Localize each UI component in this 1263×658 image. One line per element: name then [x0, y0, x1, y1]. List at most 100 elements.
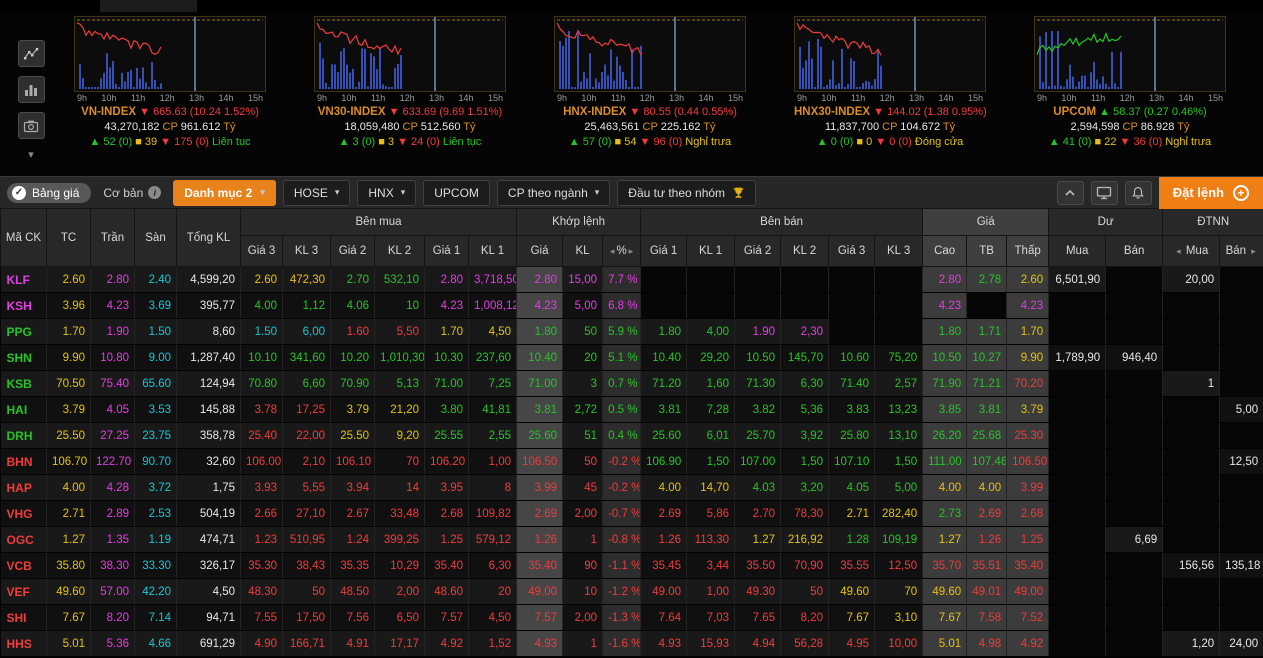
cell-ask-price1[interactable]: 3.81 — [640, 396, 688, 423]
cell-ask-price2[interactable]: 35.50 — [734, 552, 782, 579]
table-row-PPG[interactable]: PPG 1.70 1.90 1.50 8,60 1.50 6,00 1.60 5,50 1.70 4… — [0, 318, 1263, 345]
alerts-button[interactable] — [1124, 180, 1152, 205]
cell-bid-price1[interactable]: 7.57 — [424, 604, 469, 631]
table-row-SHN[interactable]: SHN 9.90 10.80 9.00 1,287,40 10.10 341,60 10.20… — [0, 344, 1263, 371]
cell-code[interactable]: OGC — [0, 526, 47, 553]
cell-ask-price1[interactable]: 25.60 — [640, 422, 688, 449]
table-row-DRH[interactable]: DRH 25.50 27.25 23.75 358,78 25.40 22,00 25.50 9… — [0, 422, 1263, 449]
cell-matched-price[interactable]: 71.00 — [516, 370, 564, 397]
cell-ask-price3[interactable]: 7.67 — [828, 604, 876, 631]
cell-bid-price2[interactable]: 2.67 — [330, 500, 375, 527]
cell-ask-price3[interactable] — [828, 292, 876, 319]
cell-ask-price2[interactable]: 49.30 — [734, 578, 782, 605]
cell-bid-price1[interactable]: 25.55 — [424, 422, 469, 449]
cell-bid-price3[interactable]: 1.50 — [240, 318, 283, 345]
scroll-left-icon[interactable]: ◂ — [1174, 246, 1183, 256]
cell-ask-price3[interactable]: 1.28 — [828, 526, 876, 553]
cell-ask-price3[interactable]: 25.80 — [828, 422, 876, 449]
cell-bid-price1[interactable]: 10.30 — [424, 344, 469, 371]
place-order-button[interactable]: Đặt lệnh + — [1158, 176, 1263, 209]
display-button[interactable] — [1090, 180, 1118, 205]
watchlist-dropdown[interactable]: Danh mục 2 ▾ — [173, 179, 276, 206]
cell-bid-price3[interactable]: 4.00 — [240, 292, 283, 319]
cell-ask-price2[interactable]: 71.30 — [734, 370, 782, 397]
table-row-OGC[interactable]: OGC 1.27 1.35 1.19 474,71 1.23 510,95 1.24 399,2… — [0, 526, 1263, 553]
cell-ask-price2[interactable]: 1.90 — [734, 318, 782, 345]
cell-bid-price2[interactable]: 3.79 — [330, 396, 375, 423]
cell-code[interactable]: HHS — [0, 630, 47, 657]
cell-ask-price2[interactable]: 25.70 — [734, 422, 782, 449]
cell-bid-price2[interactable]: 25.50 — [330, 422, 375, 449]
cell-code[interactable]: SHI — [0, 604, 47, 631]
table-row-HAI[interactable]: HAI 3.79 4.05 3.53 145,88 3.78 17,25 3.79 21,20 3… — [0, 396, 1263, 423]
cell-bid-price3[interactable]: 70.80 — [240, 370, 283, 397]
cell-code[interactable]: VEF — [0, 578, 47, 605]
cell-bid-price2[interactable]: 7.56 — [330, 604, 375, 631]
cell-matched-price[interactable]: 10.40 — [516, 344, 564, 371]
cell-bid-price2[interactable]: 3.94 — [330, 474, 375, 501]
index-panel-upcom[interactable]: 9h 10h 11h 12h 13h 14h 15h UPCOM ▲ 58.37 (0.27 … — [1022, 12, 1262, 176]
cell-ask-price1[interactable]: 49.00 — [640, 578, 688, 605]
cell-ask-price2[interactable]: 7.65 — [734, 604, 782, 631]
cell-ask-price2[interactable]: 3.82 — [734, 396, 782, 423]
cell-bid-price2[interactable]: 2.70 — [330, 266, 375, 293]
cell-code[interactable]: VCB — [0, 552, 47, 579]
cell-bid-price1[interactable]: 4.92 — [424, 630, 469, 657]
cell-ask-price2[interactable]: 1.27 — [734, 526, 782, 553]
table-row-KSH[interactable]: KSH 3.96 4.23 3.69 395,77 4.00 1,12 4.06 10 4.23 1… — [0, 292, 1263, 319]
cell-bid-price2[interactable]: 70.90 — [330, 370, 375, 397]
cell-ask-price2[interactable] — [734, 266, 782, 293]
table-row-HAP[interactable]: HAP 4.00 4.28 3.72 1,75 3.93 5,55 3.94 14 3.95 8 3.… — [0, 474, 1263, 501]
cell-ask-price3[interactable] — [828, 318, 876, 345]
cell-ask-price1[interactable]: 35.45 — [640, 552, 688, 579]
cell-ask-price1[interactable]: 7.64 — [640, 604, 688, 631]
index-panel-vn30-index[interactable]: 9h 10h 11h 12h 13h 14h 15h VN30-INDEX ▼ 633.69 … — [302, 12, 542, 176]
cell-bid-price1[interactable]: 2.80 — [424, 266, 469, 293]
cell-bid-price1[interactable]: 48.60 — [424, 578, 469, 605]
cell-ask-price3[interactable]: 107.10 — [828, 448, 876, 475]
table-row-KLF[interactable]: KLF 2.60 2.80 2.40 4,599,20 2.60 472,30 2.70 532… — [0, 266, 1263, 293]
cell-bid-price1[interactable]: 35.40 — [424, 552, 469, 579]
cell-code[interactable]: KLF — [0, 266, 47, 293]
cell-ask-price1[interactable]: 71.20 — [640, 370, 688, 397]
tab-price-board[interactable]: ✓ Bảng giá — [7, 182, 92, 203]
rail-expand-caret[interactable]: ▾ — [28, 148, 34, 161]
cell-ask-price1[interactable]: 106.90 — [640, 448, 688, 475]
upcom-button[interactable]: UPCOM — [423, 179, 490, 206]
cell-bid-price2[interactable]: 4.06 — [330, 292, 375, 319]
cell-ask-price3[interactable]: 2.71 — [828, 500, 876, 527]
cell-bid-price3[interactable]: 10.10 — [240, 344, 283, 371]
table-row-SHI[interactable]: SHI 7.67 8.20 7.14 94,71 7.55 17,50 7.56 6,50 7.5… — [0, 604, 1263, 631]
cell-ask-price2[interactable]: 2.70 — [734, 500, 782, 527]
cell-ask-price1[interactable]: 4.93 — [640, 630, 688, 657]
collapse-button[interactable] — [1056, 180, 1084, 205]
cell-code[interactable]: DRH — [0, 422, 47, 449]
index-panel-hnx-index[interactable]: 9h 10h 11h 12h 13h 14h 15h HNX-INDEX ▼ 80.55 (0… — [542, 12, 782, 176]
cell-code[interactable]: KSB — [0, 370, 47, 397]
cell-code[interactable]: HAI — [0, 396, 47, 423]
cell-bid-price2[interactable]: 48.50 — [330, 578, 375, 605]
cell-bid-price3[interactable]: 3.78 — [240, 396, 283, 423]
cell-ask-price1[interactable]: 1.26 — [640, 526, 688, 553]
cell-bid-price2[interactable]: 106.10 — [330, 448, 375, 475]
scroll-right-icon[interactable]: ▸ — [1249, 246, 1258, 256]
cell-ask-price2[interactable]: 4.94 — [734, 630, 782, 657]
cell-bid-price3[interactable]: 3.93 — [240, 474, 283, 501]
table-row-BHN[interactable]: BHN 106.70 122.70 90.70 32,60 106.00 2,10 106.1… — [0, 448, 1263, 475]
cell-ask-price2[interactable]: 4.03 — [734, 474, 782, 501]
cell-code[interactable]: VHG — [0, 500, 47, 527]
cell-ask-price1[interactable]: 1.80 — [640, 318, 688, 345]
cell-bid-price1[interactable]: 2.68 — [424, 500, 469, 527]
cell-ask-price1[interactable] — [640, 292, 688, 319]
scroll-right-icon[interactable]: ▸ — [627, 246, 636, 256]
index-panel-vn-index[interactable]: 9h 10h 11h 12h 13h 14h 15h VN-INDEX ▼ 665.63 (1… — [62, 12, 302, 176]
cell-ask-price1[interactable]: 10.40 — [640, 344, 688, 371]
cell-bid-price3[interactable]: 1.23 — [240, 526, 283, 553]
cell-matched-price[interactable]: 4.93 — [516, 630, 564, 657]
cell-matched-price[interactable]: 3.99 — [516, 474, 564, 501]
sector-dropdown[interactable]: CP theo ngành ▾ — [496, 179, 611, 206]
cell-bid-price1[interactable]: 71.00 — [424, 370, 469, 397]
cell-ask-price2[interactable]: 10.50 — [734, 344, 782, 371]
cell-ask-price3[interactable]: 35.55 — [828, 552, 876, 579]
cell-matched-price[interactable]: 25.60 — [516, 422, 564, 449]
